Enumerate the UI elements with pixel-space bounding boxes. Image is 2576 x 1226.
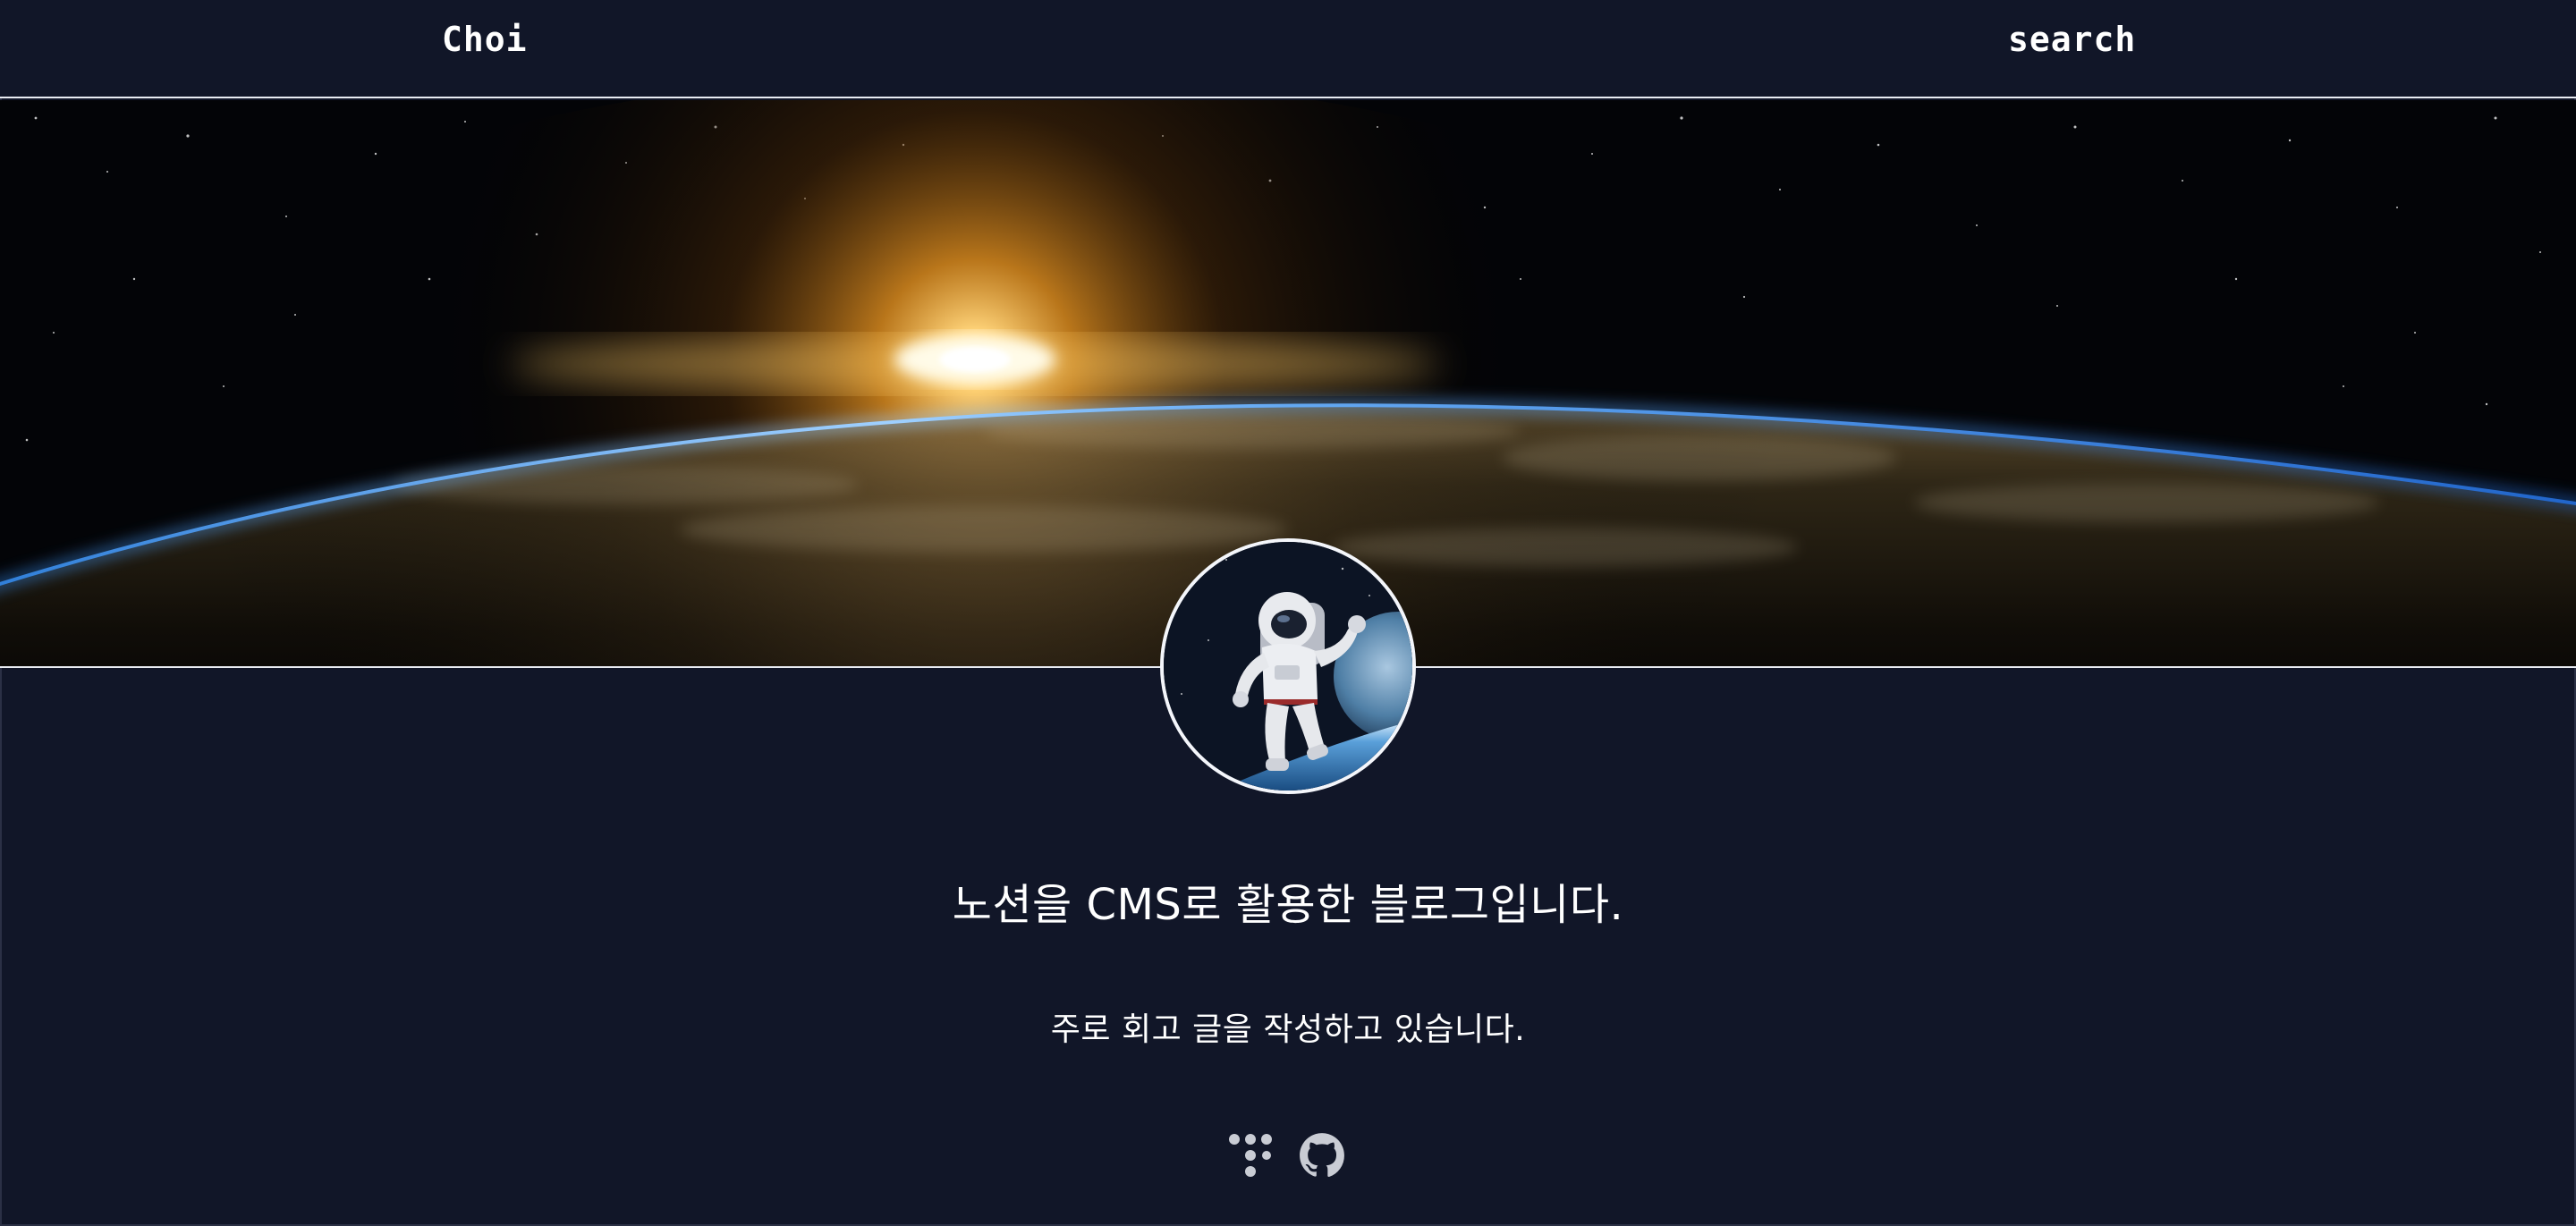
blog-headline: 노션을 CMS로 활용한 블로그입니다. — [952, 880, 1624, 930]
site-header: Choi search — [0, 0, 2576, 98]
brand-logo-link[interactable]: Choi — [442, 20, 528, 59]
social-links — [1227, 1130, 1345, 1180]
tistory-icon[interactable] — [1227, 1130, 1274, 1180]
blog-description: 주로 회고 글을 작성하고 있습니다. — [1050, 1011, 1526, 1048]
profile-avatar[interactable] — [1160, 538, 1416, 794]
search-link[interactable]: search — [2008, 20, 2136, 59]
github-icon[interactable] — [1299, 1130, 1345, 1180]
